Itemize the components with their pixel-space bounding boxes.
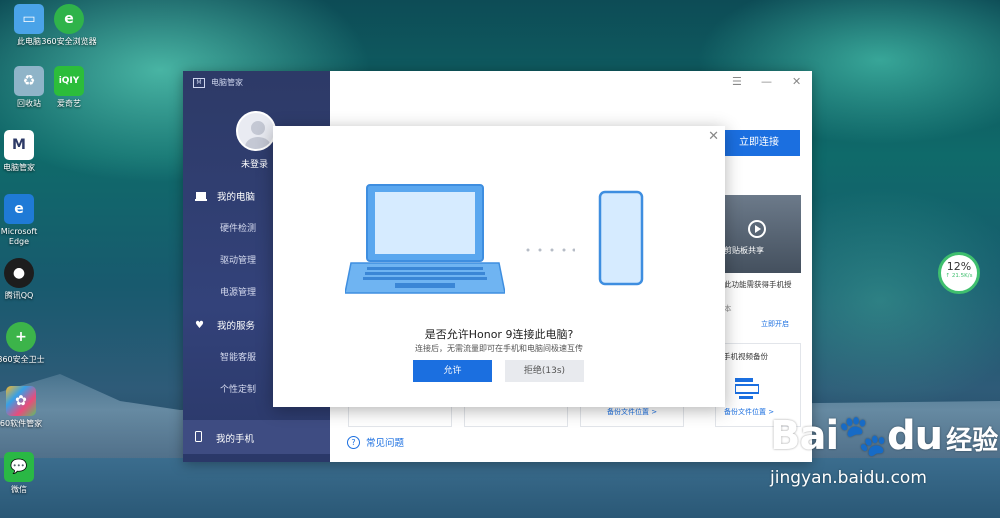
card-permission-text: 此功能需获得手机授	[724, 280, 792, 289]
allow-button[interactable]: 允许	[413, 360, 492, 382]
laptop-icon	[195, 191, 207, 201]
desktop-icon-360-browser[interactable]: e 360安全浏览器	[40, 4, 98, 47]
wallpaper-water	[0, 458, 1000, 518]
enable-now-link[interactable]: 立即开启	[761, 319, 789, 329]
minimize-icon[interactable]: —	[761, 75, 772, 88]
desktop-icon-edge[interactable]: e Microsoft Edge	[0, 194, 48, 247]
edge-icon: e	[4, 194, 34, 224]
desktop-icon-wechat[interactable]: 💬 微信	[0, 452, 48, 495]
connect-now-button[interactable]: 立即连接	[718, 130, 800, 156]
network-speed-widget[interactable]: 12% ↑ 21.5K/s	[938, 252, 980, 294]
upload-speed: ↑ 21.5K/s	[945, 273, 973, 279]
menu-icon[interactable]: ☰	[732, 75, 742, 88]
backup-icon	[734, 378, 760, 400]
desktop-icon-qq[interactable]: ● 腾讯QQ	[0, 258, 48, 301]
wechat-icon: 💬	[4, 452, 34, 482]
phone-illustration-icon	[598, 190, 644, 286]
video-backup-title: 手机视频备份	[723, 352, 768, 361]
desktop-icon-iqiyi[interactable]: iQIY 爱奇艺	[40, 66, 98, 109]
shield-plus-icon: +	[6, 322, 36, 352]
nav-item-custom[interactable]: 个性定制	[220, 382, 256, 395]
laptop-illustration-icon	[345, 184, 505, 294]
usage-percent: 12%	[946, 260, 972, 273]
dialog-close-icon[interactable]: ✕	[708, 129, 719, 144]
app-title-bar: M 电脑管家	[193, 77, 243, 88]
heart-icon: ♥	[195, 319, 204, 331]
software-manager-icon: ✿	[6, 386, 36, 416]
desktop-icon-360-safe[interactable]: + 360安全卫士	[0, 322, 50, 365]
nav-item-power[interactable]: 电源管理	[220, 285, 256, 298]
nav-section-my-pc[interactable]: 我的电脑	[195, 189, 255, 203]
avatar[interactable]	[236, 111, 276, 151]
deny-button[interactable]: 拒绝(13s)	[505, 360, 584, 382]
clipboard-share-video[interactable]: 剪贴板共享	[718, 195, 801, 273]
connect-permission-dialog: ✕ 是否允许Honor 9连接此电脑? 连接后，无需流量即可在手机和电脑间极速互…	[273, 126, 725, 407]
browser-icon: e	[54, 4, 84, 34]
dialog-description: 连接后，无需流量即可在手机和电脑间极速互传	[415, 344, 583, 353]
baidu-jingyan-watermark-icon: Bai🐾du 经验 jingyan.baidu.com	[770, 413, 999, 488]
backup-location-link-2[interactable]: 备份文件位置 >	[724, 407, 774, 417]
close-icon[interactable]: ✕	[792, 75, 801, 88]
nav-item-driver[interactable]: 驱动管理	[220, 253, 256, 266]
nav-section-my-service[interactable]: ♥ 我的服务	[195, 318, 255, 332]
qq-icon: ●	[4, 258, 34, 288]
connection-dots	[525, 237, 576, 252]
app-title: 电脑管家	[211, 78, 243, 87]
phone-icon	[195, 431, 202, 445]
nav-section-my-phone[interactable]: 我的手机	[183, 420, 330, 454]
desktop-icon-software-manager[interactable]: ✿ 60软件管家	[0, 386, 50, 429]
card-permission-text2: 本	[724, 304, 732, 313]
user-name[interactable]: 未登录	[241, 157, 268, 170]
iqiyi-icon: iQIY	[54, 66, 84, 96]
nav-item-hardware[interactable]: 硬件检测	[220, 221, 256, 234]
desktop-icon-pc-manager[interactable]: M 电脑管家	[0, 130, 48, 173]
play-icon	[748, 220, 766, 238]
app-logo-icon: M	[193, 77, 205, 88]
backup-location-link-1[interactable]: 备份文件位置 >	[607, 407, 657, 417]
nav-item-support[interactable]: 智能客服	[220, 350, 256, 363]
question-icon: ?	[347, 435, 360, 449]
faq-link[interactable]: ? 常见问题	[347, 435, 404, 449]
dialog-question: 是否允许Honor 9连接此电脑?	[424, 328, 574, 341]
pc-manager-icon: M	[4, 130, 34, 160]
